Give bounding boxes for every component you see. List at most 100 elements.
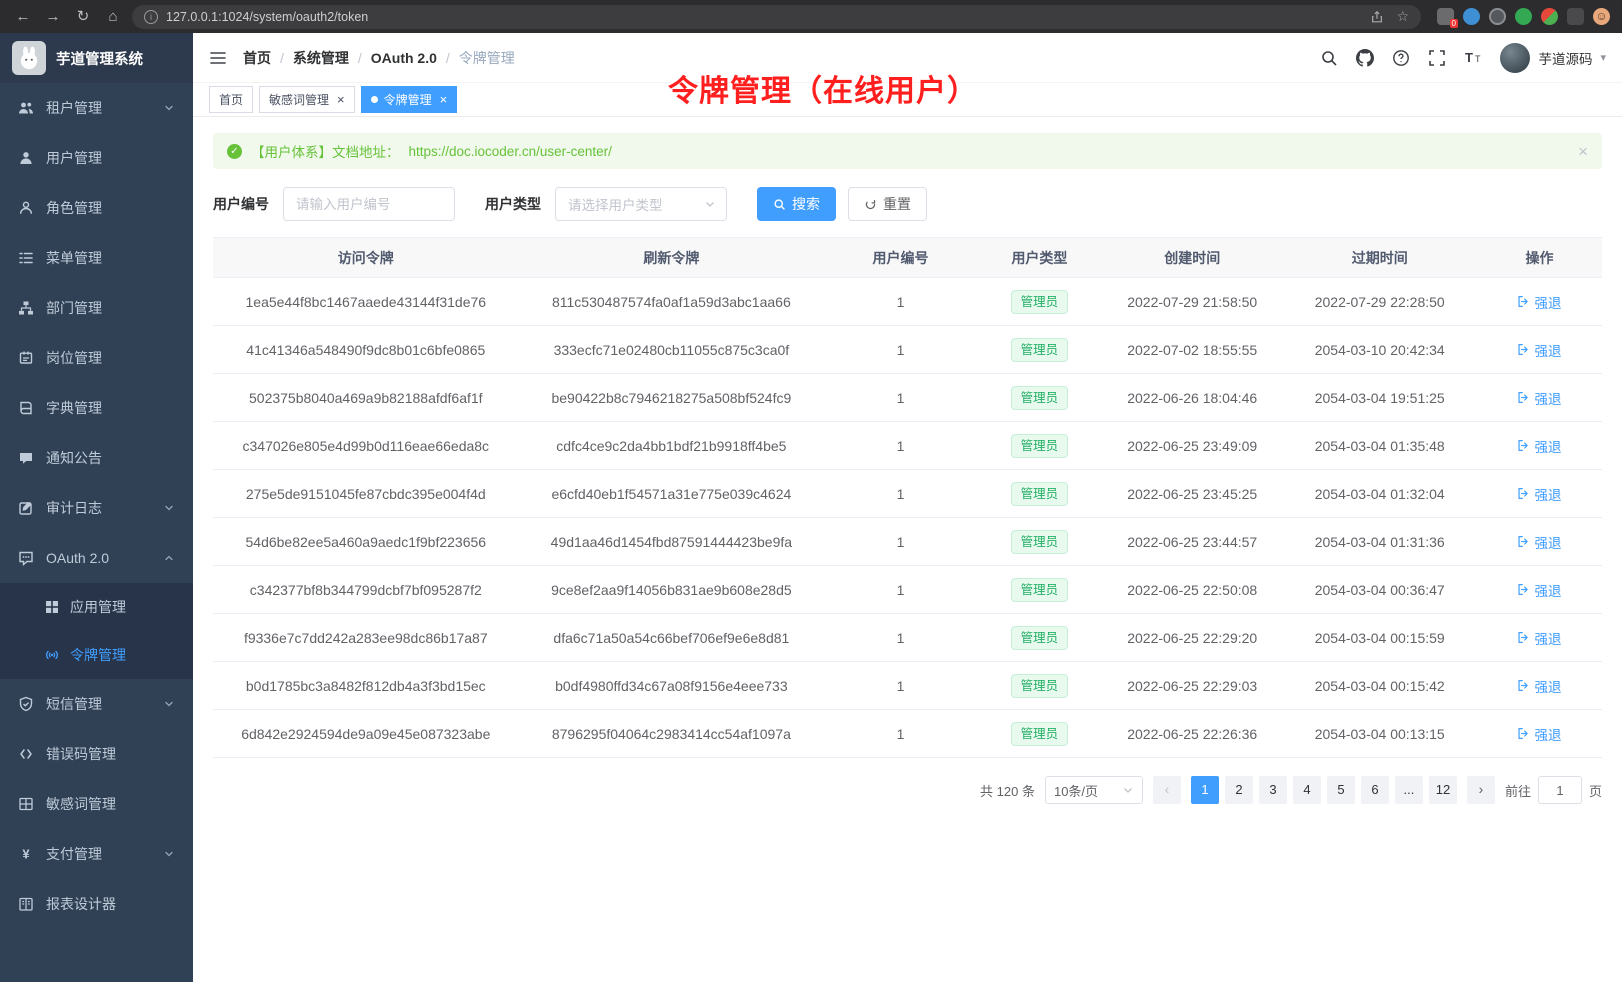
user-type-tag: 管理员	[1011, 386, 1069, 410]
sidebar-item[interactable]: 短信管理	[0, 679, 193, 729]
app-logo[interactable]: 芋道管理系统	[0, 33, 193, 83]
github-icon[interactable]	[1356, 49, 1374, 67]
page-button[interactable]: 3	[1259, 776, 1287, 804]
force-logout-button[interactable]: 强退	[1517, 436, 1561, 456]
profile-avatar[interactable]: ☺	[1593, 8, 1610, 25]
extension-icon[interactable]	[1541, 8, 1558, 25]
pager-more-button[interactable]: ...	[1395, 776, 1423, 804]
sidebar-item[interactable]: 用户管理	[0, 133, 193, 183]
sidebar-item[interactable]: 字典管理	[0, 383, 193, 433]
sms-icon	[18, 696, 34, 712]
sidebar-item[interactable]: 错误码管理	[0, 729, 193, 779]
sidebar-item[interactable]: 部门管理	[0, 283, 193, 333]
role-icon	[18, 200, 34, 216]
expire-time-cell: 2054-03-04 19:51:25	[1283, 374, 1477, 422]
extension-icon[interactable]	[1567, 8, 1584, 25]
page-button[interactable]: 2	[1225, 776, 1253, 804]
bookmark-star-icon[interactable]: ☆	[1396, 8, 1409, 25]
access-token-cell: 1ea5e44f8bc1467aaede43144f31de76	[213, 278, 519, 326]
sidebar-item[interactable]: ¥支付管理	[0, 829, 193, 879]
page-button[interactable]: 4	[1293, 776, 1321, 804]
sidebar-item[interactable]: 报表设计器	[0, 879, 193, 929]
font-size-icon[interactable]: TT	[1464, 49, 1482, 67]
tenant-icon	[18, 100, 34, 116]
sidebar-item[interactable]: 租户管理	[0, 83, 193, 133]
extension-icon[interactable]	[1515, 8, 1532, 25]
close-icon[interactable]: ×	[440, 93, 448, 106]
force-logout-button[interactable]: 强退	[1517, 532, 1561, 552]
sidebar-item[interactable]: 角色管理	[0, 183, 193, 233]
app-window: 芋道管理系统 租户管理用户管理角色管理菜单管理部门管理岗位管理字典管理通知公告审…	[0, 33, 1622, 982]
prev-page-button[interactable]: ‹	[1153, 776, 1181, 804]
doc-link[interactable]: https://doc.iocoder.cn/user-center/	[409, 144, 612, 159]
access-token-cell: f9336e7c7dd242a283ee98dc86b17a87	[213, 614, 519, 662]
expire-time-cell: 2054-03-04 01:31:36	[1283, 518, 1477, 566]
force-logout-button[interactable]: 强退	[1517, 484, 1561, 504]
table-row: 502375b8040a469a9b82188afdf6af1fbe90422b…	[213, 374, 1602, 422]
search-button[interactable]: 搜索	[757, 187, 836, 221]
extension-badge-icon[interactable]: 0	[1437, 8, 1454, 25]
logout-icon	[1517, 439, 1530, 452]
page-size-select[interactable]: 10条/页	[1045, 776, 1143, 804]
home-icon[interactable]: ⌂	[102, 9, 124, 24]
reload-icon[interactable]: ↻	[72, 9, 94, 24]
sidebar-item[interactable]: 敏感词管理	[0, 779, 193, 829]
user-menu[interactable]: 芋道源码 ▾	[1500, 43, 1606, 73]
page-button[interactable]: 12	[1429, 776, 1457, 804]
force-logout-button[interactable]: 强退	[1517, 340, 1561, 360]
sidebar-subitem[interactable]: 应用管理	[0, 583, 193, 631]
search-icon[interactable]	[1320, 49, 1338, 67]
breadcrumb-item[interactable]: 首页	[243, 48, 271, 68]
user-type-tag: 管理员	[1011, 626, 1069, 650]
fullscreen-icon[interactable]	[1428, 49, 1446, 67]
alert-text: 【用户体系】文档地址：	[251, 141, 400, 161]
force-logout-button[interactable]: 强退	[1517, 388, 1561, 408]
force-logout-button[interactable]: 强退	[1517, 292, 1561, 312]
user-id-input[interactable]	[283, 187, 455, 221]
access-token-cell: 6d842e2924594de9a09e45e087323abe	[213, 710, 519, 758]
topbar: 首页/系统管理/OAuth 2.0/令牌管理 TT	[193, 33, 1622, 83]
sidebar-toggle-icon[interactable]	[209, 49, 227, 67]
help-icon[interactable]	[1392, 49, 1410, 67]
pay-icon: ¥	[18, 846, 34, 862]
sidebar-item-label: 审计日志	[46, 498, 102, 518]
user-icon	[18, 150, 34, 166]
table-row: f9336e7c7dd242a283ee98dc86b17a87dfa6c71a…	[213, 614, 1602, 662]
extension-icon[interactable]	[1489, 8, 1506, 25]
sidebar-item[interactable]: 通知公告	[0, 433, 193, 483]
expire-time-cell: 2054-03-04 00:13:15	[1283, 710, 1477, 758]
page-button[interactable]: 6	[1361, 776, 1389, 804]
goto-page-input[interactable]	[1538, 776, 1582, 804]
force-logout-button[interactable]: 强退	[1517, 628, 1561, 648]
tab[interactable]: 首页	[209, 86, 253, 113]
tab[interactable]: 敏感词管理×	[259, 86, 355, 113]
page-button[interactable]: 1	[1191, 776, 1219, 804]
sidebar-item[interactable]: 审计日志	[0, 483, 193, 533]
sidebar-subitem[interactable]: 令牌管理	[0, 631, 193, 679]
breadcrumb-item[interactable]: OAuth 2.0	[371, 50, 437, 66]
create-time-cell: 2022-06-25 22:50:08	[1102, 566, 1283, 614]
forward-icon[interactable]: →	[42, 9, 64, 24]
address-bar[interactable]: i 127.0.0.1:1024/system/oauth2/token ☆	[132, 5, 1421, 29]
create-time-cell: 2022-06-25 22:29:03	[1102, 662, 1283, 710]
next-page-button[interactable]: ›	[1467, 776, 1495, 804]
sidebar-item[interactable]: 菜单管理	[0, 233, 193, 283]
tab[interactable]: 令牌管理×	[361, 86, 458, 113]
back-icon[interactable]: ←	[12, 9, 34, 24]
sidebar-item[interactable]: 岗位管理	[0, 333, 193, 383]
reset-button[interactable]: 重置	[848, 187, 927, 221]
extension-icon[interactable]	[1463, 8, 1480, 25]
page-button[interactable]: 5	[1327, 776, 1355, 804]
force-logout-button[interactable]: 强退	[1517, 580, 1561, 600]
share-icon[interactable]	[1370, 10, 1384, 24]
close-icon[interactable]: ×	[1578, 143, 1588, 160]
logout-icon	[1517, 535, 1530, 548]
user-type-select[interactable]: 请选择用户类型	[555, 187, 727, 221]
force-logout-button[interactable]: 强退	[1517, 676, 1561, 696]
column-header: 用户类型	[977, 238, 1102, 278]
force-logout-button[interactable]: 强退	[1517, 724, 1561, 744]
close-icon[interactable]: ×	[337, 93, 345, 106]
site-info-icon[interactable]: i	[144, 10, 158, 24]
breadcrumb-item[interactable]: 系统管理	[293, 48, 349, 68]
sidebar-item[interactable]: OAuth 2.0	[0, 533, 193, 583]
